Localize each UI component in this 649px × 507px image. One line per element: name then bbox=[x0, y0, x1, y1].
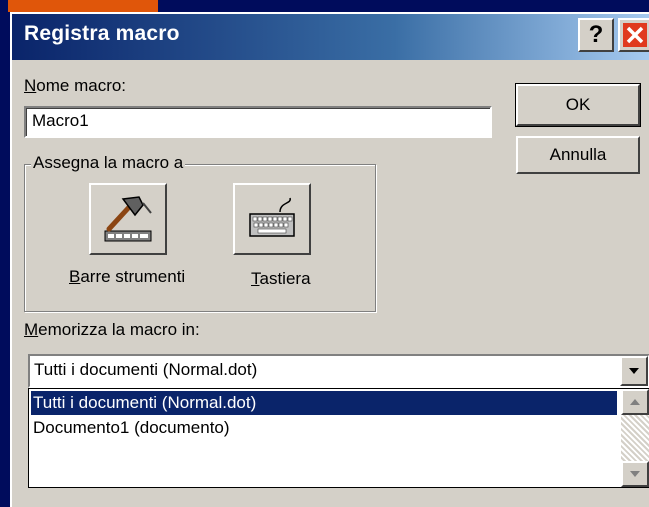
slide-accent-bar bbox=[8, 0, 158, 12]
toolbars-caption: Barre strumenti bbox=[69, 267, 186, 286]
toolbars-button[interactable] bbox=[89, 183, 167, 255]
dropdown-arrow-icon bbox=[629, 368, 639, 374]
scroll-up-button[interactable] bbox=[621, 389, 649, 415]
store-in-label: Memorizza la macro in: bbox=[24, 320, 200, 339]
scroll-down-button[interactable] bbox=[621, 461, 649, 487]
dropdown-button[interactable] bbox=[620, 356, 648, 386]
assign-group-legend: Assegna la macro a bbox=[31, 153, 186, 173]
store-in-list[interactable]: Tutti i documenti (Normal.dot) Documento… bbox=[28, 388, 649, 488]
macro-name-input[interactable]: Macro1 bbox=[24, 106, 492, 138]
list-scrollbar[interactable] bbox=[621, 389, 649, 487]
hammer-toolbar-icon bbox=[104, 196, 152, 242]
scroll-down-icon bbox=[630, 471, 640, 477]
list-item[interactable]: Documento1 (documento) bbox=[31, 416, 617, 440]
title-bar[interactable]: Registra macro ? bbox=[12, 14, 649, 60]
store-in-dropdown[interactable]: Tutti i documenti (Normal.dot) bbox=[28, 354, 649, 388]
help-button[interactable]: ? bbox=[578, 18, 614, 52]
store-in-selected: Tutti i documenti (Normal.dot) bbox=[34, 360, 258, 379]
close-button[interactable] bbox=[618, 18, 649, 52]
macro-name-label: Nome macro: bbox=[24, 76, 127, 95]
assign-macro-group: Assegna la macro a Barre strumenti Tasti… bbox=[24, 153, 376, 312]
keyboard-button[interactable] bbox=[233, 183, 311, 255]
keyboard-caption: Tastiera bbox=[251, 269, 311, 288]
scroll-up-icon bbox=[630, 399, 640, 405]
record-macro-dialog: Registra macro ? Nome macro: Macro1 OK A… bbox=[10, 12, 649, 507]
ok-button[interactable]: OK bbox=[515, 83, 641, 127]
list-item[interactable]: Tutti i documenti (Normal.dot) bbox=[30, 390, 618, 416]
dialog-title: Registra macro bbox=[24, 22, 180, 45]
keyboard-icon bbox=[249, 197, 295, 237]
close-icon bbox=[622, 23, 647, 47]
help-icon: ? bbox=[588, 21, 604, 48]
cancel-button[interactable]: Annulla bbox=[516, 136, 640, 174]
